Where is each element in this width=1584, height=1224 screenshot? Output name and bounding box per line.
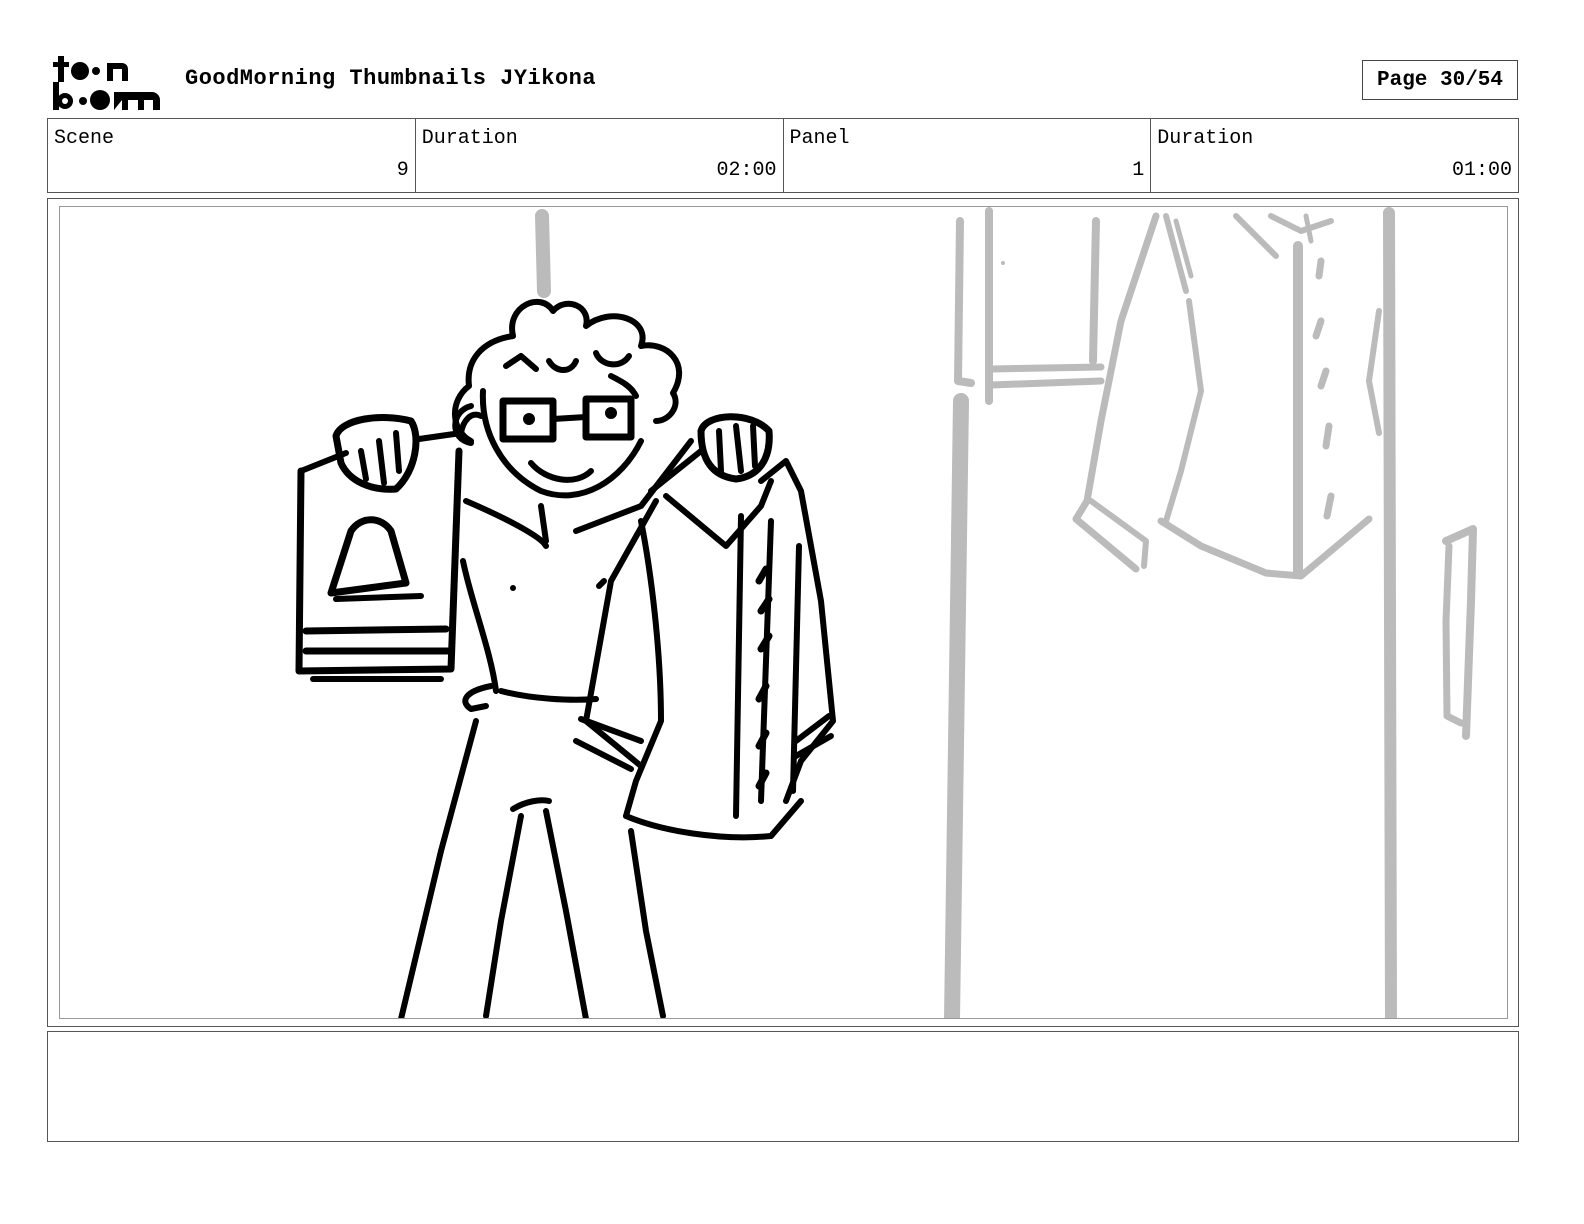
toon-boom-logo bbox=[53, 56, 160, 110]
scene-info-row: Scene 9 Duration 02:00 Panel 1 Duration … bbox=[47, 118, 1519, 193]
scene-label: Scene bbox=[54, 127, 115, 150]
scene-value: 9 bbox=[396, 159, 409, 182]
document-title: GoodMorning Thumbnails JYikona bbox=[185, 66, 597, 91]
panel-duration-label: Duration bbox=[1157, 127, 1254, 150]
scene-cell: Scene 9 bbox=[48, 119, 416, 192]
panel-value: 1 bbox=[1132, 159, 1145, 182]
character-sketch bbox=[295, 298, 836, 1018]
panel-duration-cell: Duration 01:00 bbox=[1151, 119, 1518, 192]
scene-duration-label: Duration bbox=[421, 127, 518, 150]
page-indicator: Page 30/54 bbox=[1362, 60, 1518, 100]
storyboard-panel bbox=[59, 206, 1508, 1019]
panel-sketch bbox=[295, 207, 1477, 1018]
panel-label: Panel bbox=[789, 127, 850, 150]
background-wardrobe-sketch bbox=[535, 207, 1477, 1018]
panel-duration-value: 01:00 bbox=[1451, 159, 1512, 182]
panel-cell: Panel 1 bbox=[784, 119, 1152, 192]
scene-duration-value: 02:00 bbox=[716, 159, 777, 182]
panel-notes-box bbox=[47, 1031, 1519, 1142]
scene-duration-cell: Duration 02:00 bbox=[416, 119, 784, 192]
